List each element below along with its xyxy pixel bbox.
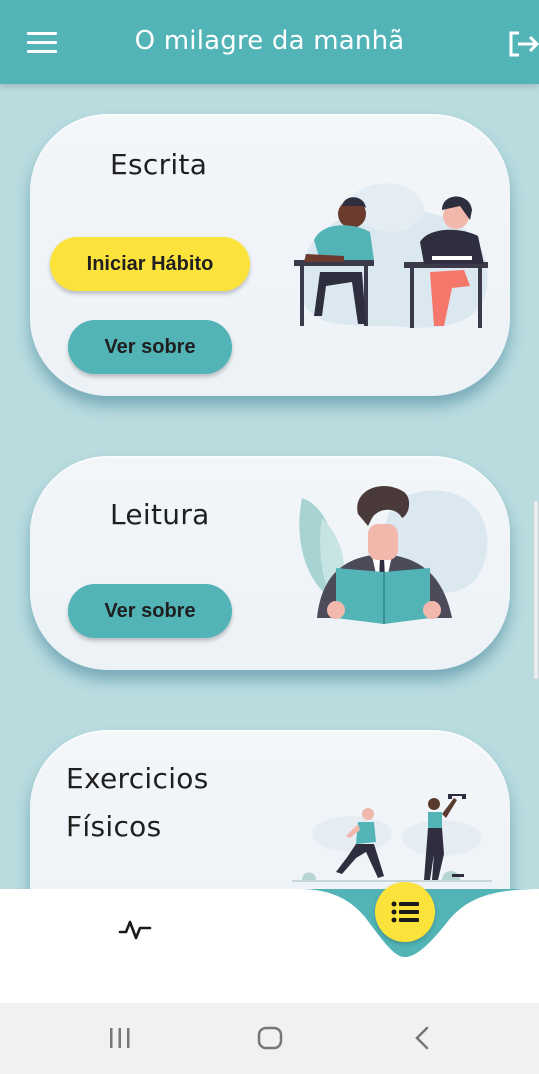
system-navigation-bar: [0, 1003, 539, 1074]
menu-icon[interactable]: [27, 32, 57, 54]
start-habit-button[interactable]: Iniciar Hábito: [50, 237, 250, 291]
habit-card-leitura: Leitura Ver sobre: [30, 456, 510, 670]
habit-title-line2: Físicos: [66, 810, 162, 843]
list-button[interactable]: [375, 882, 435, 942]
habit-title: Escrita: [110, 148, 208, 181]
bottom-navigation: [0, 889, 539, 1003]
see-about-button[interactable]: Ver sobre: [68, 584, 232, 638]
scroll-indicator[interactable]: [533, 500, 539, 680]
writing-illustration: [294, 183, 488, 328]
habit-title: Leitura: [110, 498, 210, 531]
reading-illustration: [299, 486, 488, 624]
list-icon: [391, 901, 419, 923]
app-title: O milagre da manhã: [134, 26, 405, 56]
home-icon[interactable]: [257, 1025, 283, 1055]
recent-apps-icon[interactable]: [108, 1025, 132, 1055]
activity-icon[interactable]: [118, 916, 152, 942]
habit-title-line1: Exercicios: [66, 762, 209, 795]
back-icon[interactable]: [412, 1025, 432, 1055]
habit-card-escrita: Escrita Iniciar Hábito Ver sobre: [30, 114, 510, 396]
habit-card-exercicios: Exercicios Físicos: [30, 730, 510, 890]
exercise-illustration: [292, 794, 492, 882]
logout-icon[interactable]: [508, 30, 539, 58]
habits-list[interactable]: Escrita Iniciar Hábito Ver sobre Leitura…: [0, 84, 539, 890]
see-about-button[interactable]: Ver sobre: [68, 320, 232, 374]
app-bar: O milagre da manhã: [0, 0, 539, 84]
